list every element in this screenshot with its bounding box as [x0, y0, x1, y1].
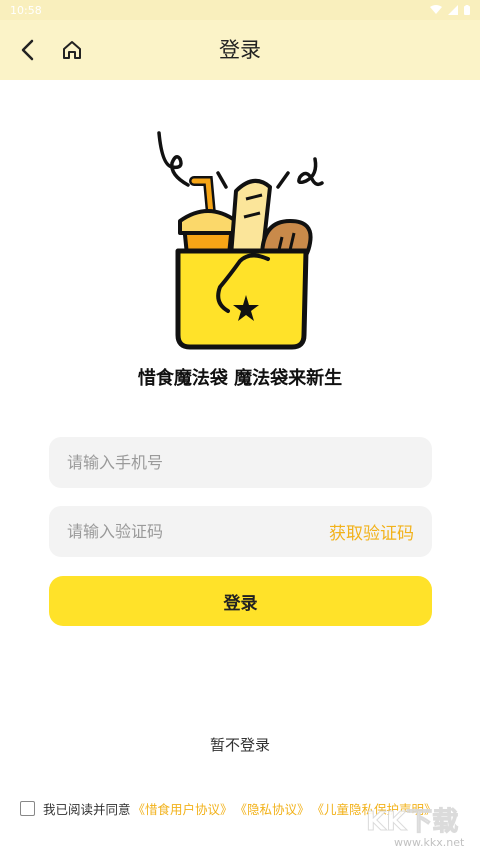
verification-code-input[interactable]	[67, 522, 329, 541]
agreement-prefix: 我已阅读并同意	[43, 801, 131, 817]
wifi-icon	[430, 5, 442, 14]
watermark-small-text: www.kkx.net	[394, 836, 465, 849]
skip-login-link[interactable]: 暂不登录	[0, 734, 480, 755]
status-bar: 10:58	[0, 0, 480, 20]
back-button[interactable]	[8, 30, 48, 70]
status-icons	[430, 5, 470, 15]
get-code-button[interactable]: 获取验证码	[329, 519, 414, 544]
login-button[interactable]: 登录	[49, 576, 432, 626]
watermark-big-text: KK下载	[366, 807, 458, 837]
phone-input[interactable]	[67, 453, 414, 472]
agreement-checkbox[interactable]	[20, 800, 35, 816]
back-arrow-icon	[21, 39, 34, 61]
slogan: 惜食魔法袋 魔法袋来新生	[137, 368, 343, 389]
header: 登录	[0, 20, 480, 80]
privacy-agreement-link[interactable]: 《隐私协议》	[235, 799, 310, 818]
home-button[interactable]	[52, 30, 92, 70]
home-icon	[63, 41, 81, 59]
user-agreement-link[interactable]: 《惜食用户协议》	[133, 799, 233, 818]
magic-bag-logo	[157, 131, 324, 350]
status-time: 10:58	[10, 3, 42, 17]
code-field: 获取验证码	[49, 506, 432, 557]
watermark: KK下载 www.kkx.net	[366, 807, 465, 850]
signal-icon	[448, 5, 458, 15]
phone-field	[49, 437, 432, 488]
battery-icon	[464, 5, 470, 15]
